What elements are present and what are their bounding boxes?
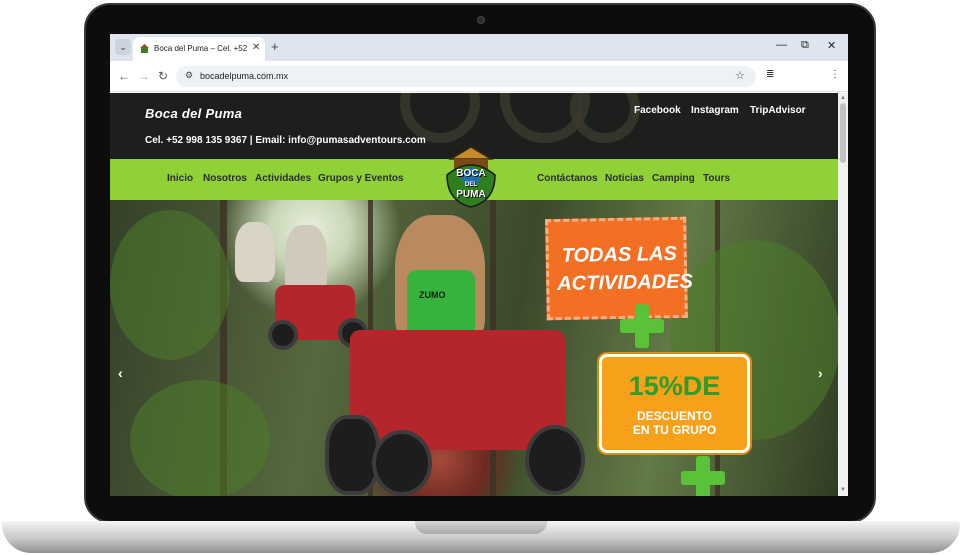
discount-word: DESCUENTO [636, 409, 713, 423]
atv-wheel [525, 425, 585, 495]
reload-icon[interactable]: ↻ [158, 69, 168, 83]
forward-arrow-icon[interactable]: → [138, 69, 150, 83]
url-text[interactable]: bocadelpuma.com.mx [200, 71, 288, 81]
nav-grupos-eventos[interactable]: Grupos y Eventos [318, 173, 404, 184]
site-logo[interactable]: BOCA DEL PUMA [443, 145, 499, 211]
tab-title: Boca del Puma – Cel. +52 998 1 [154, 44, 249, 53]
nav-actividades[interactable]: Actividades [255, 173, 311, 184]
web-page: Boca del Puma Cel. +52 998 135 9367 | Em… [110, 93, 838, 496]
plus-icon [620, 304, 664, 348]
star-icon[interactable]: ☆ [735, 69, 745, 82]
nav-contactanos[interactable]: Contáctanos [537, 173, 598, 184]
logo-line3: PUMA [456, 189, 486, 200]
close-icon[interactable]: ✕ [252, 42, 260, 53]
discount-percent: 15%DE [628, 371, 721, 401]
tab-search-icon[interactable]: ⌄ [115, 39, 131, 55]
window-close-button[interactable]: ✕ [827, 39, 836, 52]
logo-line1: BOCA [456, 168, 486, 179]
hero-slider: ZUMO ‹ › TODAS LAS ACTIVIDADES 15%DE DES… [110, 200, 838, 496]
facebook-link[interactable]: Facebook [634, 105, 681, 116]
favicon-icon [140, 44, 149, 53]
tripadvisor-link[interactable]: TripAdvisor [750, 105, 806, 116]
nav-inicio[interactable]: Inicio [167, 173, 193, 184]
laptop-notch [415, 521, 547, 534]
kebab-menu-icon[interactable]: ⋮ [830, 69, 840, 80]
tab-bar: ⌄ Boca del Puma – Cel. +52 998 1 ✕ + — ⧉… [110, 34, 848, 61]
scroll-thumb[interactable] [840, 103, 846, 163]
address-bar[interactable]: ⚙ bocadelpuma.com.mx ☆ [176, 66, 756, 87]
promo-line1: TODAS LAS [561, 242, 678, 267]
contact-info: Cel. +52 998 135 9367 | Email: info@puma… [145, 135, 426, 146]
foliage [110, 210, 230, 360]
atv-wheel [372, 430, 432, 496]
restore-button[interactable]: ⧉ [801, 39, 809, 52]
tune-icon[interactable]: ⚙ [185, 70, 193, 81]
plus-icon [681, 456, 725, 496]
logo-text: BOCA DEL PUMA [443, 169, 499, 200]
foliage [130, 380, 270, 496]
browser-window: ⌄ Boca del Puma – Cel. +52 998 1 ✕ + — ⧉… [110, 34, 848, 496]
scroll-up-icon[interactable]: ▲ [840, 95, 846, 101]
minimize-button[interactable]: — [776, 39, 787, 51]
carousel-prev-icon[interactable]: ‹ [118, 365, 123, 381]
discount-group: EN TU GRUPO [632, 423, 717, 437]
atv-wheel [268, 320, 298, 350]
address-toolbar: ← → ↻ ⚙ bocadelpuma.com.mx ☆ ≣ ⋮ [110, 61, 848, 92]
instagram-link[interactable]: Instagram [691, 105, 739, 116]
back-arrow-icon[interactable]: ← [118, 69, 130, 83]
tab-active[interactable]: Boca del Puma – Cel. +52 998 1 ✕ [133, 37, 265, 61]
page-scrollbar[interactable]: ▲ ▼ [838, 93, 848, 496]
promo-all-activities: TODAS LAS ACTIVIDADES [545, 216, 694, 321]
new-tab-button[interactable]: + [271, 39, 279, 54]
promo-line2: ACTIVIDADES [557, 270, 694, 296]
rider-figure [235, 222, 275, 282]
scroll-down-icon[interactable]: ▼ [840, 487, 846, 493]
shirt-text: ZUMO [419, 290, 446, 300]
nav-camping[interactable]: Camping [652, 173, 695, 184]
webcam [477, 16, 485, 24]
atv-vehicle-main [350, 330, 565, 450]
reading-list-icon[interactable]: ≣ [766, 69, 774, 80]
promo-discount: 15%DE DESCUENTO EN TU GRUPO [599, 354, 750, 453]
logo-line2: DEL [465, 182, 477, 188]
decor-swirl [570, 93, 640, 143]
nav-tours[interactable]: Tours [703, 173, 730, 184]
nav-noticias[interactable]: Noticias [605, 173, 644, 184]
nav-nosotros[interactable]: Nosotros [203, 173, 247, 184]
site-brand[interactable]: Boca del Puma [145, 106, 242, 121]
carousel-next-icon[interactable]: › [818, 365, 823, 381]
